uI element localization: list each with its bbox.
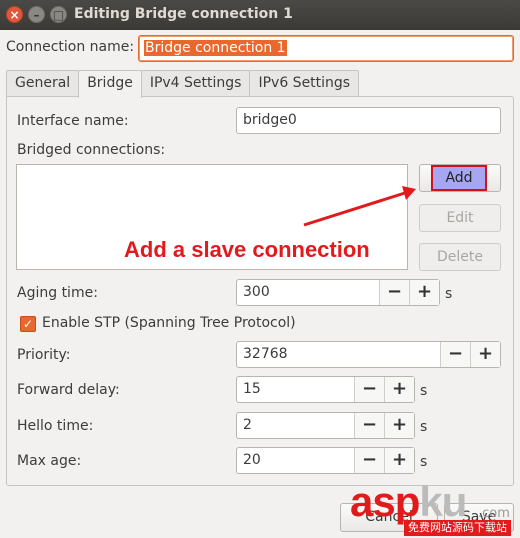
priority-spinner[interactable]: 32768 − +: [236, 341, 501, 368]
aging-time-label: Aging time:: [17, 285, 98, 301]
window-title: Editing Bridge connection 1: [74, 6, 293, 22]
enable-stp-label[interactable]: Enable STP (Spanning Tree Protocol): [42, 315, 296, 331]
forward-delay-value[interactable]: 15: [237, 377, 354, 402]
watermark-domain: .com: [478, 506, 510, 521]
interface-name-label: Interface name:: [17, 113, 129, 129]
minimize-icon[interactable]: –: [28, 6, 45, 23]
max-age-plus-button[interactable]: +: [384, 448, 414, 473]
add-button-label[interactable]: Add: [431, 165, 487, 191]
connection-name-input[interactable]: Bridge connection 1: [138, 35, 514, 62]
connection-name-label: Connection name:: [6, 39, 135, 55]
forward-delay-plus-button[interactable]: +: [384, 377, 414, 402]
max-age-label: Max age:: [17, 453, 82, 469]
edit-button[interactable]: Edit: [419, 204, 501, 232]
tab-ipv6-settings[interactable]: IPv6 Settings: [249, 70, 360, 97]
tab-ipv4-settings[interactable]: IPv4 Settings: [140, 70, 251, 97]
connection-name-value: Bridge connection 1: [144, 40, 287, 56]
priority-plus-button[interactable]: +: [470, 342, 500, 367]
bridged-connections-label: Bridged connections:: [17, 142, 166, 158]
priority-minus-button[interactable]: −: [440, 342, 470, 367]
title-bar: × – □ Editing Bridge connection 1: [0, 0, 520, 30]
watermark-logo: aspku: [350, 478, 467, 525]
interface-name-input[interactable]: bridge0: [236, 107, 501, 134]
priority-value[interactable]: 32768: [237, 342, 440, 367]
hello-time-spinner[interactable]: 2 − +: [236, 412, 415, 439]
priority-label: Priority:: [17, 347, 71, 363]
tab-bridge[interactable]: Bridge: [78, 70, 142, 98]
hello-time-plus-button[interactable]: +: [384, 413, 414, 438]
aging-time-value[interactable]: 300: [237, 280, 379, 305]
aging-time-spinner[interactable]: 300 − +: [236, 279, 440, 306]
max-age-spinner[interactable]: 20 − +: [236, 447, 415, 474]
max-age-minus-button[interactable]: −: [354, 448, 384, 473]
tab-general[interactable]: General: [6, 70, 80, 97]
hello-time-value[interactable]: 2: [237, 413, 354, 438]
aging-time-plus-button[interactable]: +: [409, 280, 439, 305]
forward-delay-label: Forward delay:: [17, 382, 120, 398]
annotation-arrow-icon: [303, 186, 416, 227]
hello-time-label: Hello time:: [17, 418, 94, 434]
forward-delay-unit: s: [420, 383, 428, 399]
close-icon[interactable]: ×: [6, 6, 23, 23]
hello-time-minus-button[interactable]: −: [354, 413, 384, 438]
aging-time-minus-button[interactable]: −: [379, 280, 409, 305]
enable-stp-checkbox[interactable]: ✓: [20, 316, 36, 332]
tab-bar: General Bridge IPv4 Settings IPv6 Settin…: [6, 70, 360, 98]
annotation-text: Add a slave connection: [124, 237, 370, 262]
watermark-subtitle: 免费网站源码下载站: [404, 520, 511, 536]
aging-time-unit: s: [445, 286, 453, 302]
delete-button[interactable]: Delete: [419, 243, 501, 271]
max-age-value[interactable]: 20: [237, 448, 354, 473]
forward-delay-spinner[interactable]: 15 − +: [236, 376, 415, 403]
hello-time-unit: s: [420, 419, 428, 435]
max-age-unit: s: [420, 454, 428, 470]
forward-delay-minus-button[interactable]: −: [354, 377, 384, 402]
maximize-icon[interactable]: □: [50, 6, 67, 23]
